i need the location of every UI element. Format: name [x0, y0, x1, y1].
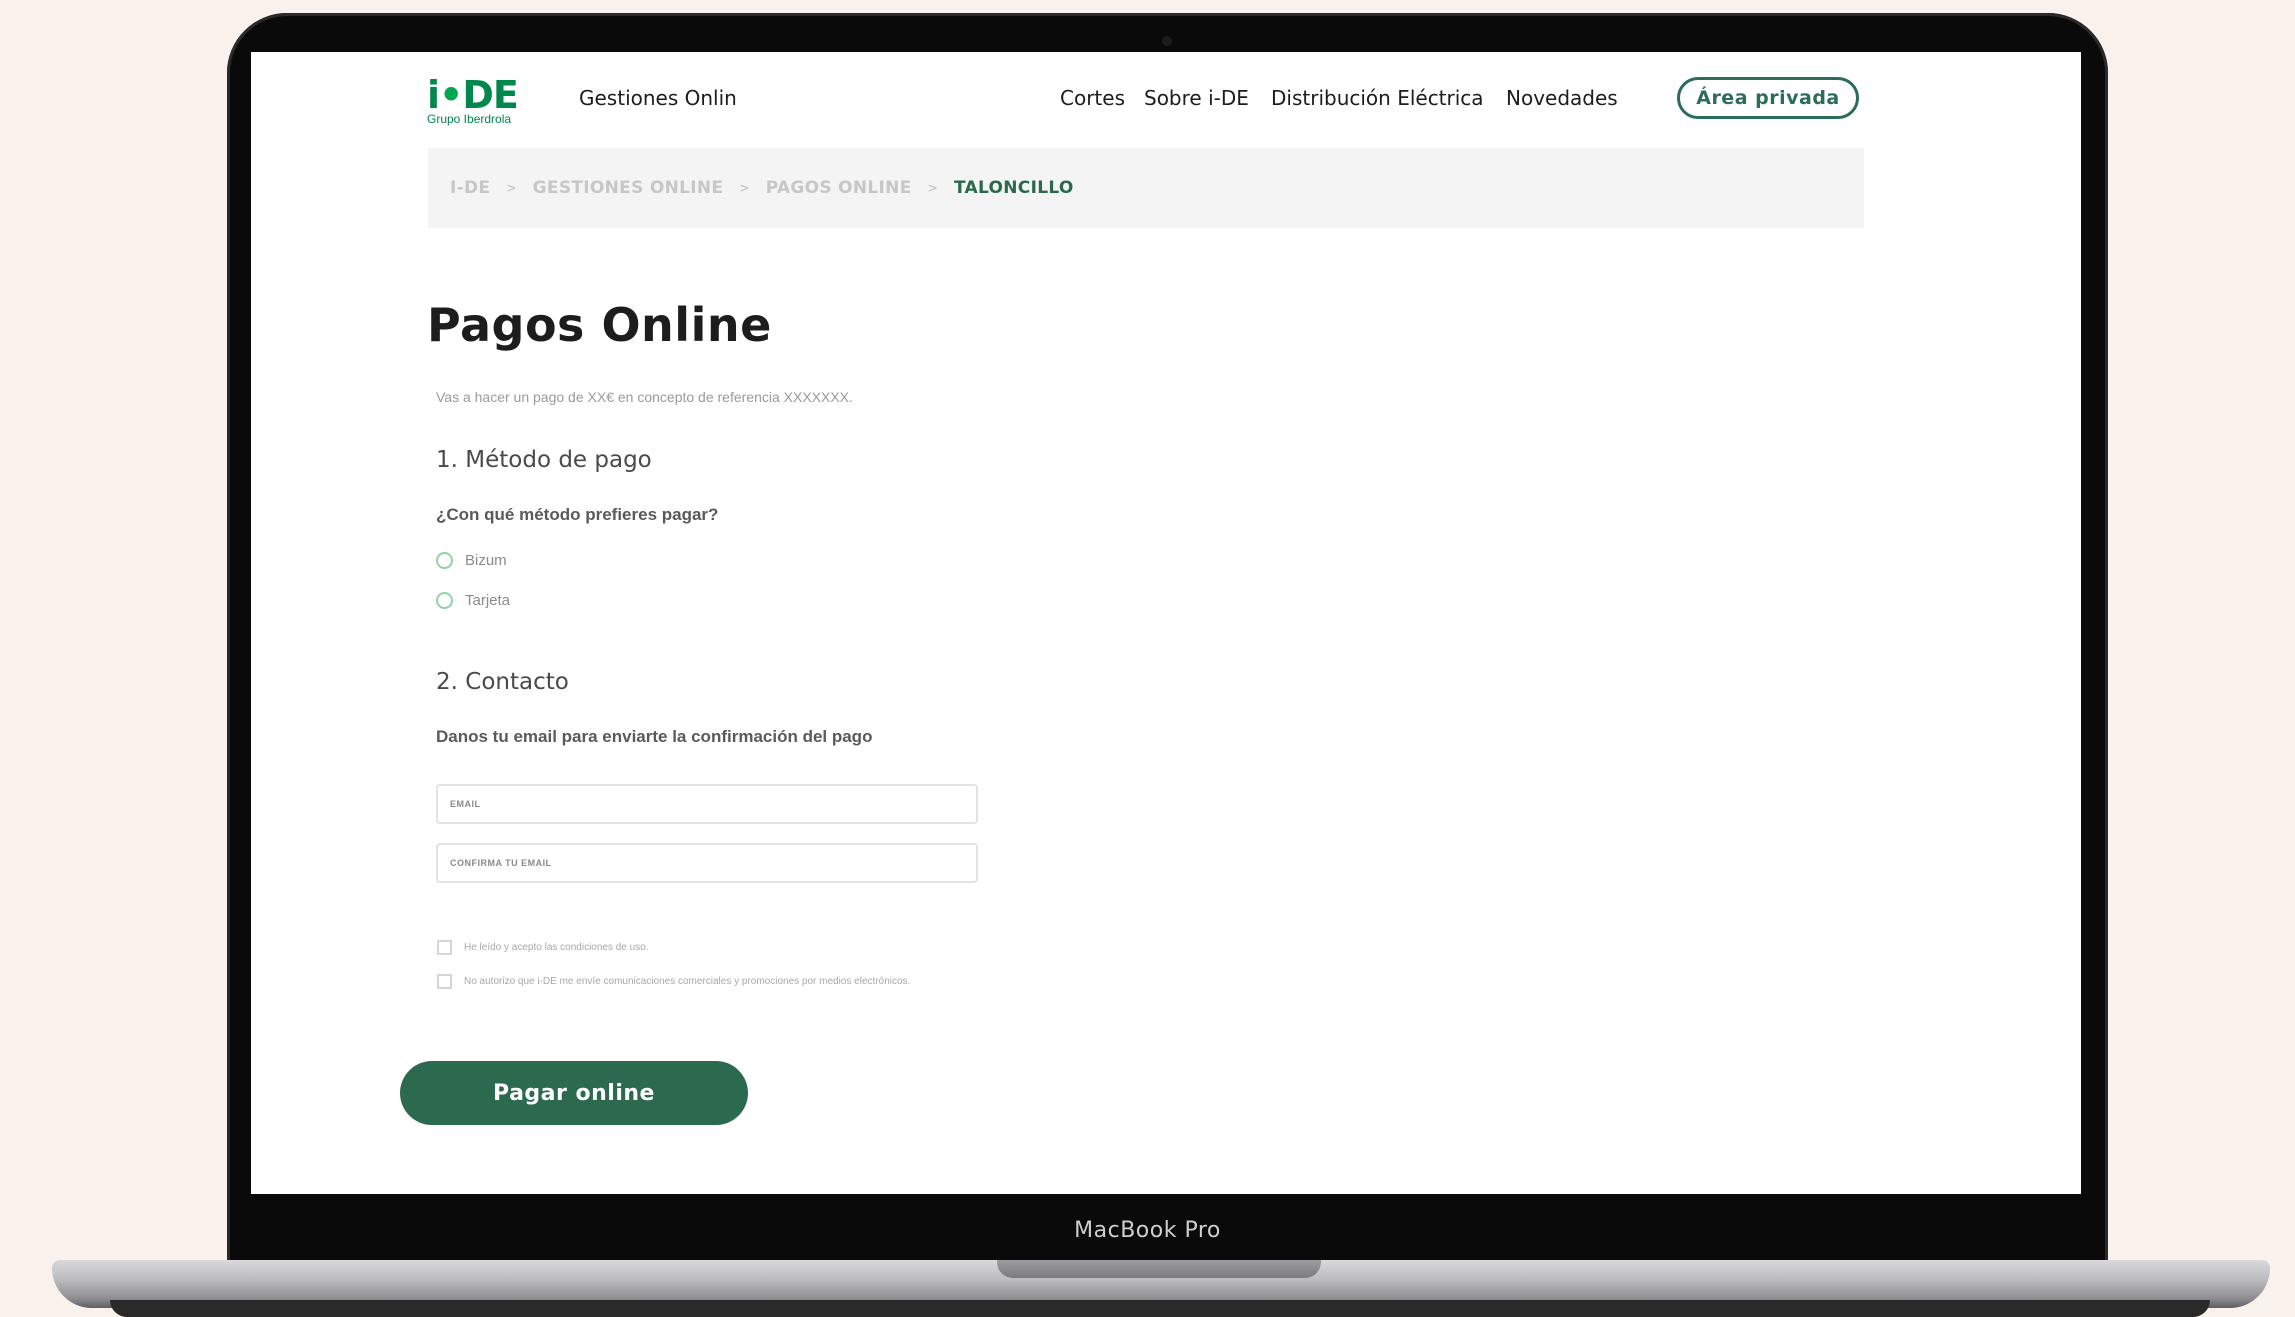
breadcrumb-ide[interactable]: I-DE	[450, 178, 490, 198]
breadcrumb-taloncillo: TALONCILLO	[953, 178, 1074, 198]
pagar-online-button[interactable]: Pagar online	[400, 1061, 748, 1125]
breadcrumb: I-DE > GESTIONES ONLINE > PAGOS ONLINE >…	[428, 148, 1864, 228]
device-label: MacBook Pro	[1074, 1218, 1221, 1243]
laptop-base-shadow	[110, 1300, 2210, 1317]
nav-gestiones-online[interactable]: Gestiones Onlin	[579, 86, 737, 110]
breadcrumb-pagos-online[interactable]: PAGOS ONLINE	[766, 178, 912, 198]
breadcrumb-separator: >	[927, 181, 938, 195]
nav-cortes[interactable]: Cortes	[1060, 86, 1125, 110]
terms-checkbox-row[interactable]: He leído y acepto las condiciones de uso…	[437, 940, 649, 955]
contact-question: Danos tu email para enviarte la confirma…	[436, 727, 873, 746]
nav-sobre-ide[interactable]: Sobre i-DE	[1144, 86, 1249, 110]
terms-checkbox[interactable]	[437, 940, 452, 955]
section-payment-method-heading: 1. Método de pago	[436, 447, 652, 473]
payment-intro: Vas a hacer un pago de XX€ en concepto d…	[436, 389, 853, 405]
laptop-screen: i•DE Grupo Iberdrola Gestiones Onlin Cor…	[251, 52, 2081, 1194]
breadcrumb-separator: >	[506, 181, 517, 195]
email-field[interactable]	[436, 784, 978, 824]
camera-icon	[1162, 36, 1172, 46]
radio-bizum-label: Bizum	[465, 552, 507, 569]
marketing-checkbox[interactable]	[437, 974, 452, 989]
logo-wordmark: i•DE	[427, 73, 519, 117]
nav-novedades[interactable]: Novedades	[1506, 86, 1618, 110]
option-tarjeta[interactable]: Tarjeta	[436, 592, 510, 609]
section-contact-heading: 2. Contacto	[436, 669, 569, 695]
confirm-email-field[interactable]	[436, 843, 978, 883]
breadcrumb-gestiones-online[interactable]: GESTIONES ONLINE	[533, 178, 724, 198]
area-privada-button[interactable]: Área privada	[1677, 77, 1859, 119]
radio-tarjeta-label: Tarjeta	[465, 592, 511, 609]
laptop-notch	[997, 1260, 1321, 1278]
breadcrumb-separator: >	[739, 181, 750, 195]
page-title: Pagos Online	[427, 298, 772, 352]
marketing-checkbox-row[interactable]: No autorizo que i-DE me envíe comunicaci…	[437, 974, 910, 989]
terms-label: He leído y acepto las condiciones de uso…	[464, 942, 649, 953]
web-page: i•DE Grupo Iberdrola Gestiones Onlin Cor…	[251, 52, 2081, 1194]
ide-logo[interactable]: i•DE Grupo Iberdrola	[427, 73, 519, 126]
nav-distribucion-electrica[interactable]: Distribución Eléctrica	[1271, 86, 1484, 110]
payment-method-question: ¿Con qué método prefieres pagar?	[436, 505, 719, 524]
radio-tarjeta[interactable]	[436, 592, 453, 609]
option-bizum[interactable]: Bizum	[436, 552, 507, 569]
radio-bizum[interactable]	[436, 552, 453, 569]
marketing-label: No autorizo que i-DE me envíe comunicaci…	[464, 976, 911, 987]
logo-subtitle: Grupo Iberdrola	[427, 112, 512, 126]
